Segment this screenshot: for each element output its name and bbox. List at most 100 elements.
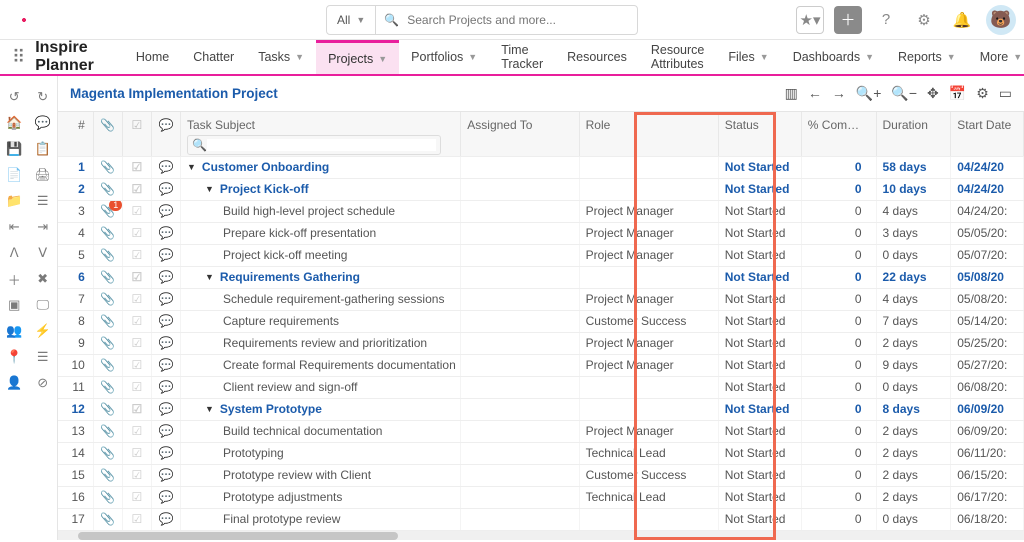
- checkbox-icon[interactable]: ☑: [132, 314, 143, 328]
- cell-role[interactable]: Customer Success: [579, 464, 718, 486]
- cell-dur[interactable]: 4 days: [876, 200, 951, 222]
- cell-assigned[interactable]: [461, 486, 579, 508]
- cell-role[interactable]: Project Manager: [579, 222, 718, 244]
- cell-role[interactable]: Project Manager: [579, 200, 718, 222]
- cell-pct[interactable]: 0: [801, 156, 876, 178]
- cell-check[interactable]: ☑: [122, 508, 151, 530]
- cell-pct[interactable]: 0: [801, 244, 876, 266]
- rail-action-21[interactable]: ☰: [29, 344, 58, 370]
- checkbox-icon[interactable]: ☑: [132, 424, 143, 438]
- chat-icon[interactable]: 💬: [158, 270, 173, 284]
- rail-action-20[interactable]: 📍: [0, 344, 29, 370]
- cell-dur[interactable]: 58 days: [876, 156, 951, 178]
- cell-task[interactable]: Prototype adjustments: [180, 486, 460, 508]
- cell-check[interactable]: ☑: [122, 486, 151, 508]
- nav-item-chatter[interactable]: Chatter: [181, 40, 246, 74]
- chat-icon[interactable]: 💬: [158, 424, 173, 438]
- table-row[interactable]: 13📎☑💬Build technical documentationProjec…: [58, 420, 1024, 442]
- cell-dur[interactable]: 0 days: [876, 508, 951, 530]
- col-role[interactable]: Role: [579, 112, 718, 156]
- cell-role[interactable]: Customer Success: [579, 310, 718, 332]
- cell-check[interactable]: ☑: [122, 354, 151, 376]
- rail-action-14[interactable]: ＋: [0, 266, 29, 292]
- cell-attach[interactable]: 📎: [93, 288, 122, 310]
- col-start-date[interactable]: Start Date: [951, 112, 1024, 156]
- table-row[interactable]: 14📎☑💬PrototypingTechnical LeadNot Starte…: [58, 442, 1024, 464]
- collapse-arrow-icon[interactable]: ▼: [187, 162, 196, 172]
- cell-check[interactable]: ☑: [122, 310, 151, 332]
- paperclip-icon[interactable]: 📎: [100, 160, 115, 174]
- nav-item-home[interactable]: Home: [124, 40, 181, 74]
- cell-check[interactable]: ☑: [122, 332, 151, 354]
- cell-role[interactable]: [579, 266, 718, 288]
- cell-dur[interactable]: 3 days: [876, 222, 951, 244]
- cell-assigned[interactable]: [461, 442, 579, 464]
- cell-date[interactable]: 04/24/20:: [951, 200, 1024, 222]
- cell-attach[interactable]: 📎: [93, 486, 122, 508]
- cell-status[interactable]: Not Started: [718, 398, 801, 420]
- cell-check[interactable]: ☑: [122, 288, 151, 310]
- cell-dur[interactable]: 9 days: [876, 354, 951, 376]
- cell-date[interactable]: 06/09/20:: [951, 420, 1024, 442]
- cell-status[interactable]: Not Started: [718, 310, 801, 332]
- cell-role[interactable]: Project Manager: [579, 332, 718, 354]
- cell-check[interactable]: ☑: [122, 200, 151, 222]
- head-action-0[interactable]: ▥: [785, 85, 798, 102]
- col-task-subject[interactable]: Task Subject 🔍: [180, 112, 460, 156]
- table-row[interactable]: 9📎☑💬Requirements review and prioritizati…: [58, 332, 1024, 354]
- cell-chat[interactable]: 💬: [151, 420, 180, 442]
- cell-pct[interactable]: 0: [801, 178, 876, 200]
- cell-pct[interactable]: 0: [801, 442, 876, 464]
- chat-icon[interactable]: 💬: [158, 446, 173, 460]
- rail-action-10[interactable]: ⇤: [0, 214, 29, 240]
- rail-action-18[interactable]: 👥: [0, 318, 29, 344]
- col-attach[interactable]: 📎: [93, 112, 122, 156]
- nav-item-tasks[interactable]: Tasks▼: [246, 40, 316, 74]
- cell-status[interactable]: Not Started: [718, 266, 801, 288]
- nav-item-resources[interactable]: Resources: [555, 40, 639, 74]
- task-grid[interactable]: # 📎 ☑ 💬 Task Subject 🔍 Assigned To Role …: [58, 112, 1024, 540]
- head-action-7[interactable]: ⚙: [976, 85, 989, 102]
- cell-date[interactable]: 06/11/20:: [951, 442, 1024, 464]
- task-subject-filter[interactable]: 🔍: [187, 135, 441, 155]
- col-number[interactable]: #: [58, 112, 93, 156]
- table-row[interactable]: 4📎☑💬Prepare kick-off presentationProject…: [58, 222, 1024, 244]
- table-row[interactable]: 7📎☑💬Schedule requirement-gathering sessi…: [58, 288, 1024, 310]
- paperclip-icon[interactable]: 📎: [100, 270, 115, 284]
- cell-chat[interactable]: 💬: [151, 464, 180, 486]
- cell-pct[interactable]: 0: [801, 310, 876, 332]
- cell-attach[interactable]: 📎: [93, 332, 122, 354]
- cell-status[interactable]: Not Started: [718, 200, 801, 222]
- cell-attach[interactable]: 📎: [93, 420, 122, 442]
- cell-status[interactable]: Not Started: [718, 156, 801, 178]
- checkbox-icon[interactable]: ☑: [132, 402, 143, 416]
- cell-chat[interactable]: 💬: [151, 376, 180, 398]
- rail-action-9[interactable]: ☰: [29, 188, 58, 214]
- paperclip-icon[interactable]: 📎: [100, 380, 115, 394]
- search-scope-select[interactable]: All ▼: [327, 6, 376, 34]
- cell-attach[interactable]: 📎: [93, 310, 122, 332]
- chat-icon[interactable]: 💬: [158, 248, 173, 262]
- cell-date[interactable]: 05/14/20:: [951, 310, 1024, 332]
- checkbox-icon[interactable]: ☑: [132, 446, 143, 460]
- cell-role[interactable]: [579, 178, 718, 200]
- checkbox-icon[interactable]: ☑: [132, 226, 143, 240]
- table-row[interactable]: 6📎☑💬▼Requirements GatheringNot Started02…: [58, 266, 1024, 288]
- cell-assigned[interactable]: [461, 310, 579, 332]
- cell-check[interactable]: ☑: [122, 420, 151, 442]
- rail-action-7[interactable]: 🖨: [29, 162, 58, 188]
- cell-date[interactable]: 05/07/20:: [951, 244, 1024, 266]
- scrollbar-thumb[interactable]: [78, 532, 398, 540]
- cell-attach[interactable]: 📎: [93, 442, 122, 464]
- cell-assigned[interactable]: [461, 420, 579, 442]
- cell-role[interactable]: [579, 508, 718, 530]
- table-row[interactable]: 1📎☑💬▼Customer OnboardingNot Started058 d…: [58, 156, 1024, 178]
- chat-icon[interactable]: 💬: [158, 204, 173, 218]
- cell-dur[interactable]: 0 days: [876, 244, 951, 266]
- cell-task[interactable]: Build high-level project schedule: [180, 200, 460, 222]
- cell-dur[interactable]: 8 days: [876, 398, 951, 420]
- checkbox-icon[interactable]: ☑: [132, 468, 143, 482]
- collapse-arrow-icon[interactable]: ▼: [205, 272, 214, 282]
- cell-dur[interactable]: 0 days: [876, 376, 951, 398]
- cell-assigned[interactable]: [461, 288, 579, 310]
